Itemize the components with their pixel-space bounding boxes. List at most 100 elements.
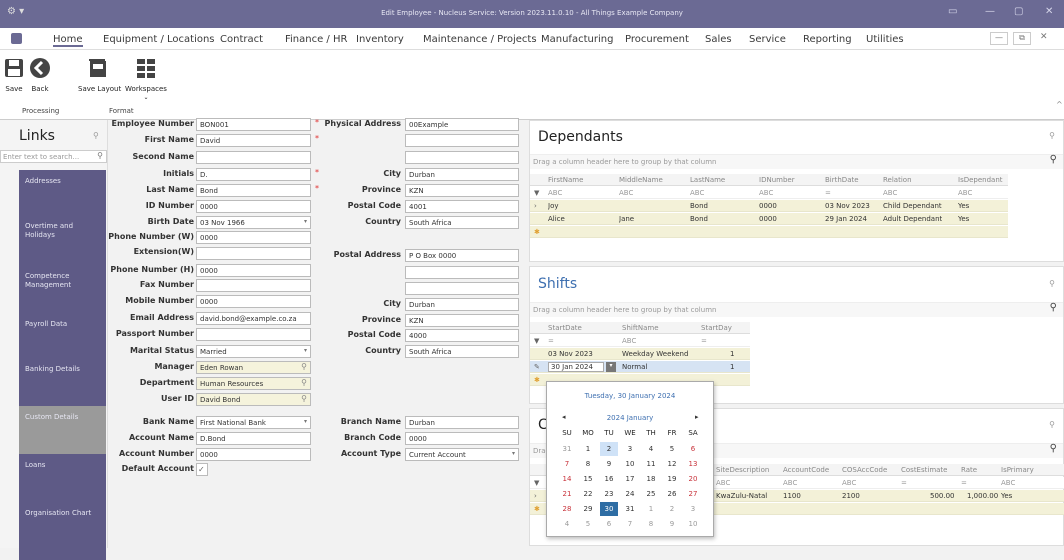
calendar-day[interactable]: 13: [684, 457, 702, 471]
menu-manufacturing[interactable]: Manufacturing: [541, 34, 613, 45]
employee-number-field[interactable]: BON001: [196, 118, 311, 131]
calendar-day[interactable]: 16: [600, 472, 618, 486]
calendar-day[interactable]: 27: [684, 487, 702, 501]
calendar-today-header[interactable]: Tuesday, 30 January 2024: [547, 392, 713, 400]
menu-inventory[interactable]: Inventory: [356, 34, 404, 45]
calendar-day[interactable]: 3: [684, 502, 702, 516]
calendar-day[interactable]: 17: [621, 472, 639, 486]
col-cos-acc-code[interactable]: COSAccCode: [842, 466, 887, 474]
restore-icon[interactable]: ▭: [948, 6, 957, 17]
filter-cell[interactable]: ABC: [842, 479, 856, 487]
save-button[interactable]: Save: [3, 52, 25, 97]
app-icon[interactable]: [11, 33, 22, 44]
calendar-day[interactable]: 29: [579, 502, 597, 516]
phone-w-field[interactable]: 0000: [196, 231, 311, 244]
fax-field[interactable]: [196, 279, 311, 292]
calendar-day[interactable]: 2: [600, 442, 618, 456]
province-field-2[interactable]: KZN: [405, 314, 519, 327]
passport-field[interactable]: [196, 328, 311, 341]
bank-name-select[interactable]: First National Bank ▾: [196, 416, 311, 429]
filter-cell[interactable]: =: [961, 479, 967, 487]
user-id-lookup[interactable]: David Bond ⚲: [196, 393, 311, 406]
calendar-day[interactable]: 5: [579, 517, 597, 531]
col-middle-name[interactable]: MiddleName: [619, 176, 663, 184]
filter-icon[interactable]: ▼: [534, 479, 539, 487]
calendar-day[interactable]: 9: [663, 517, 681, 531]
calendar-day[interactable]: 7: [621, 517, 639, 531]
filter-icon[interactable]: ▼: [534, 337, 539, 345]
dropdown-arrow-icon[interactable]: ▾: [304, 347, 307, 354]
col-is-primary[interactable]: IsPrimary: [1001, 466, 1034, 474]
workspaces-button[interactable]: Workspaces ⌄: [124, 52, 168, 102]
filter-icon[interactable]: ▼: [534, 189, 539, 197]
branch-code-field[interactable]: 0000: [405, 432, 519, 445]
pin-icon[interactable]: ⚲: [1049, 131, 1055, 140]
lookup-search-icon[interactable]: ⚲: [301, 362, 307, 371]
department-lookup[interactable]: Human Resources ⚲: [196, 377, 311, 390]
col-first-name[interactable]: FirstName: [548, 176, 583, 184]
calendar-day[interactable]: 19: [663, 472, 681, 486]
calendar-day[interactable]: 14: [558, 472, 576, 486]
menu-procurement[interactable]: Procurement: [625, 34, 689, 45]
filter-cell[interactable]: ABC: [883, 189, 897, 197]
calendar-month-label[interactable]: 2024 January: [547, 414, 713, 422]
postal-address-line3[interactable]: [405, 282, 519, 295]
calendar-day[interactable]: 18: [642, 472, 660, 486]
menu-sales[interactable]: Sales: [705, 34, 732, 45]
calendar-day[interactable]: 25: [642, 487, 660, 501]
calendar-day[interactable]: 10: [684, 517, 702, 531]
filter-cell[interactable]: =: [548, 337, 554, 345]
manager-lookup[interactable]: Eden Rowan ⚲: [196, 361, 311, 374]
physical-address-line2[interactable]: [405, 134, 519, 147]
col-cost-estimate[interactable]: CostEstimate: [901, 466, 947, 474]
filter-cell[interactable]: ABC: [1001, 479, 1015, 487]
pin-icon[interactable]: ⚲: [1049, 279, 1055, 288]
last-name-field[interactable]: Bond: [196, 184, 311, 197]
calendar-day[interactable]: 21: [558, 487, 576, 501]
calendar-day[interactable]: 28: [558, 502, 576, 516]
lookup-search-icon[interactable]: ⚲: [301, 378, 307, 387]
dropdown-arrow-icon[interactable]: ▾: [304, 418, 307, 425]
back-button[interactable]: Back: [28, 52, 52, 97]
link-org-chart[interactable]: Organisation Chart: [19, 502, 106, 560]
lookup-search-icon[interactable]: ⚲: [301, 394, 307, 403]
links-search-input[interactable]: Enter text to search... ⚲: [0, 150, 107, 163]
calendar-day[interactable]: 11: [642, 457, 660, 471]
dropdown-arrow-icon[interactable]: ▾: [512, 450, 515, 457]
postal-address-line2[interactable]: [405, 266, 519, 279]
postal-code-field-2[interactable]: 4000: [405, 329, 519, 342]
calendar-day[interactable]: 31: [558, 442, 576, 456]
save-layout-button[interactable]: Save Layout: [78, 52, 121, 97]
calendar-day[interactable]: 23: [600, 487, 618, 501]
calendar-day[interactable]: 7: [558, 457, 576, 471]
menu-equipment[interactable]: Equipment / Locations: [103, 34, 215, 45]
calendar-day[interactable]: 3: [621, 442, 639, 456]
calendar-day[interactable]: 6: [684, 442, 702, 456]
col-relation[interactable]: Relation: [883, 176, 912, 184]
city-field-2[interactable]: Durban: [405, 298, 519, 311]
menu-home[interactable]: Home: [53, 34, 83, 47]
initials-field[interactable]: D.: [196, 168, 311, 181]
pin-icon[interactable]: ⚲: [93, 131, 99, 140]
next-month-icon[interactable]: ▸: [695, 413, 699, 421]
calendar-day[interactable]: 5: [663, 442, 681, 456]
postal-code-field[interactable]: 4001: [405, 200, 519, 213]
mobile-field[interactable]: 0000: [196, 295, 311, 308]
filter-cell[interactable]: =: [701, 337, 707, 345]
search-icon[interactable]: ⚲: [1050, 443, 1057, 454]
email-field[interactable]: david.bond@example.co.za: [196, 312, 311, 325]
calendar-day[interactable]: 2: [663, 502, 681, 516]
menu-finance-hr[interactable]: Finance / HR: [285, 34, 347, 45]
calendar-day[interactable]: 10: [621, 457, 639, 471]
col-account-code[interactable]: AccountCode: [783, 466, 829, 474]
calendar-day[interactable]: 20: [684, 472, 702, 486]
birth-date-field[interactable]: 03 Nov 1966 ▾: [196, 216, 311, 229]
table-row[interactable]: 03 Nov 2023 Weekday Weekend 1: [530, 348, 750, 360]
calendar-day[interactable]: 22: [579, 487, 597, 501]
table-row[interactable]: › Joy Bond 0000 03 Nov 2023 Child Depend…: [530, 200, 1008, 212]
filter-cell[interactable]: ABC: [716, 479, 730, 487]
col-site-description[interactable]: SiteDescription: [716, 466, 769, 474]
calendar-day[interactable]: 12: [663, 457, 681, 471]
calendar-day[interactable]: 26: [663, 487, 681, 501]
filter-cell[interactable]: ABC: [759, 189, 773, 197]
